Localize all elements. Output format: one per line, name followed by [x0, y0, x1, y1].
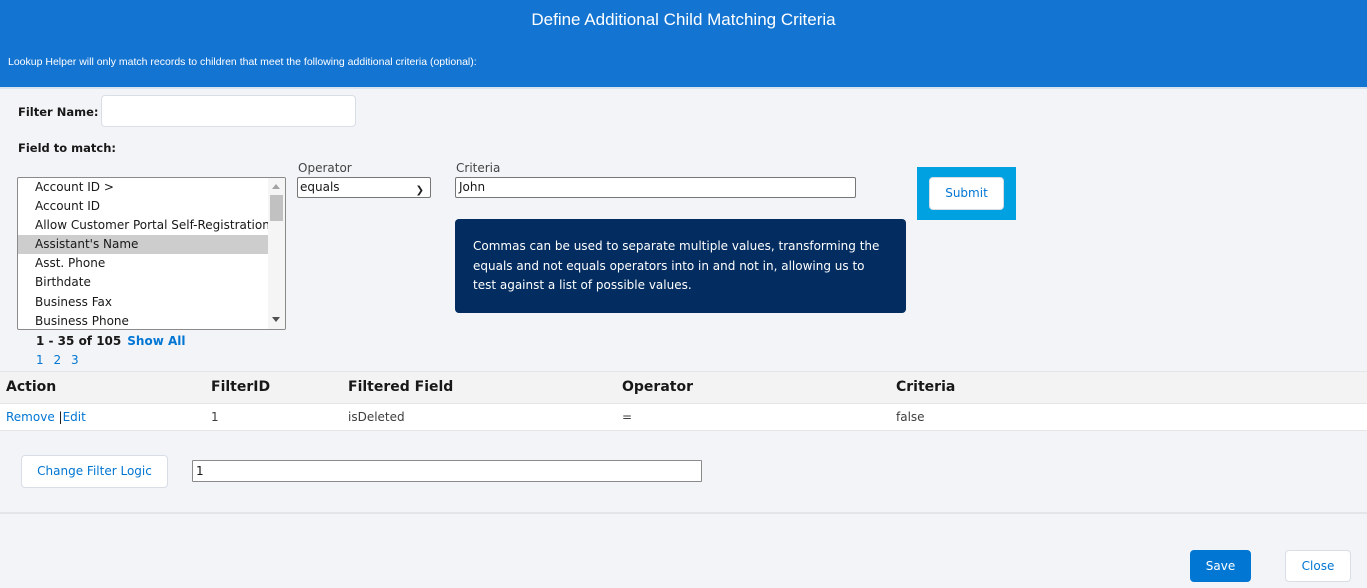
submit-highlight: Submit — [917, 167, 1016, 220]
field-option[interactable]: Asst. Phone — [18, 254, 268, 273]
page-link-3[interactable]: 3 — [71, 353, 79, 367]
page-link-2[interactable]: 2 — [53, 353, 61, 367]
edit-link[interactable]: Edit — [63, 410, 86, 424]
operator-select-value: equals — [300, 180, 340, 194]
table-row: Remove |Edit 1 isDeleted = false — [0, 403, 1367, 431]
column-header-criteria: Criteria — [896, 379, 956, 395]
criteria-input[interactable]: John — [455, 177, 856, 198]
column-header-action: Action — [6, 379, 57, 395]
filtered-field-cell: isDeleted — [348, 410, 405, 424]
column-header-operator: Operator — [622, 379, 693, 395]
modal-header: Define Additional Child Matching Criteri… — [0, 0, 1367, 87]
header-divider — [0, 87, 1367, 89]
filters-table-header: Action FilterID Filtered Field Operator … — [0, 371, 1367, 403]
criteria-cell: false — [896, 410, 925, 424]
field-to-match-listbox[interactable]: Account ID > Account ID Allow Customer P… — [17, 177, 286, 330]
scroll-down-arrow-icon[interactable] — [272, 317, 280, 322]
submit-button[interactable]: Submit — [929, 177, 1004, 210]
chevron-down-icon: ❯ — [415, 185, 424, 196]
column-header-filtered-field: Filtered Field — [348, 379, 454, 395]
listbox-scrollbar[interactable] — [268, 178, 285, 329]
remove-link[interactable]: Remove — [6, 410, 55, 424]
change-filter-logic-button[interactable]: Change Filter Logic — [21, 455, 168, 488]
action-cell: Remove |Edit — [6, 410, 86, 424]
modal-subtitle: Lookup Helper will only match records to… — [8, 56, 477, 68]
scroll-up-arrow-icon[interactable] — [272, 184, 280, 189]
field-option[interactable]: Birthdate — [18, 273, 268, 292]
operator-select[interactable]: equals ❯ — [297, 177, 431, 198]
page-link-1[interactable]: 1 — [36, 353, 44, 367]
field-option[interactable]: Account ID > — [18, 178, 268, 197]
field-option[interactable]: Allow Customer Portal Self-Registration — [18, 216, 268, 235]
criteria-label: Criteria — [456, 161, 501, 175]
show-all-link[interactable]: Show All — [127, 334, 185, 348]
field-option[interactable]: Business Fax — [18, 293, 268, 312]
pagination-range: 1 - 35 of 105 — [36, 334, 122, 348]
field-option[interactable]: Business Phone — [18, 312, 268, 329]
filter-name-label: Filter Name: — [18, 105, 99, 119]
footer-divider — [0, 512, 1367, 514]
filter-name-input[interactable] — [101, 95, 356, 127]
info-tooltip: Commas can be used to separate multiple … — [455, 219, 906, 313]
field-option-selected[interactable]: Assistant's Name — [18, 235, 268, 255]
pagination-summary: 1 - 35 of 105 Show All — [36, 334, 185, 348]
page-links: 1 2 3 — [36, 353, 85, 367]
field-to-match-label: Field to match: — [18, 141, 117, 155]
operator-label: Operator — [298, 161, 352, 175]
field-option[interactable]: Account ID — [18, 197, 268, 216]
modal-title: Define Additional Child Matching Criteri… — [531, 10, 836, 29]
save-button[interactable]: Save — [1190, 550, 1251, 582]
operator-cell: = — [622, 410, 633, 424]
scroll-thumb[interactable] — [270, 195, 283, 221]
filterid-cell: 1 — [211, 410, 219, 424]
filter-logic-input[interactable]: 1 — [192, 460, 702, 482]
column-header-filterid: FilterID — [211, 379, 271, 395]
close-button[interactable]: Close — [1285, 550, 1351, 582]
